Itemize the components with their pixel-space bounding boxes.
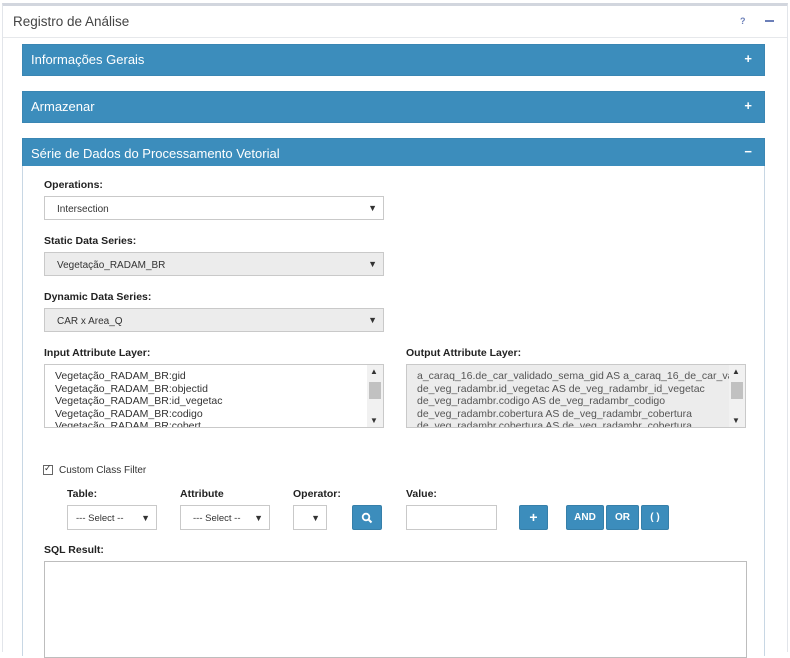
table-select[interactable]: --- Select -- ▼	[67, 505, 157, 530]
expand-icon[interactable]: +	[744, 51, 752, 66]
output-attribute-label: Output Attribute Layer:	[406, 347, 522, 359]
panel-general-info[interactable]: Informações Gerais +	[22, 44, 765, 76]
scrollbar[interactable]: ▲ ▼	[367, 365, 383, 427]
panel-title: Série de Dados do Processamento Vetorial	[31, 146, 280, 161]
scroll-up-icon[interactable]: ▲	[370, 367, 378, 376]
add-filter-button[interactable]: +	[519, 505, 548, 530]
chevron-down-icon: ▼	[311, 513, 320, 523]
table-label: Table:	[67, 488, 98, 500]
collapse-icon[interactable]: −	[744, 144, 752, 159]
search-button[interactable]	[352, 505, 382, 530]
sql-result-label: SQL Result:	[44, 544, 104, 556]
panel-vector-processing[interactable]: Série de Dados do Processamento Vetorial…	[22, 138, 765, 168]
scrollbar[interactable]: ▲ ▼	[729, 365, 745, 427]
chevron-down-icon: ▼	[141, 513, 150, 523]
custom-filter-label: Custom Class Filter	[59, 465, 147, 476]
operator-select[interactable]: ▼	[293, 505, 327, 530]
input-attribute-label: Input Attribute Layer:	[44, 347, 151, 359]
attribute-value: --- Select --	[193, 513, 241, 524]
list-item[interactable]: de_veg_radambr.cobertura AS de_veg_radam…	[407, 408, 729, 421]
list-item[interactable]: Vegetação_RADAM_BR:cobert	[45, 420, 365, 427]
custom-filter-checkbox[interactable]	[43, 463, 53, 475]
scroll-down-icon[interactable]: ▼	[370, 416, 378, 425]
static-series-select[interactable]: Vegetação_RADAM_BR ▼	[44, 252, 384, 276]
scroll-thumb[interactable]	[731, 382, 743, 399]
and-button[interactable]: AND	[566, 505, 604, 530]
box-header: Registro de Análise ?	[3, 6, 787, 38]
value-input[interactable]	[406, 505, 497, 530]
static-series-value: Vegetação_RADAM_BR	[57, 260, 166, 271]
operations-select[interactable]: Intersection ▼	[44, 196, 384, 220]
dynamic-series-label: Dynamic Data Series:	[44, 291, 152, 303]
scroll-thumb[interactable]	[369, 382, 381, 399]
list-item[interactable]: a_caraq_16.de_car_validado_sema_gid AS a…	[407, 370, 729, 383]
minimize-icon[interactable]	[765, 20, 774, 22]
output-attribute-list[interactable]: a_caraq_16.de_car_validado_sema_gid AS a…	[406, 364, 746, 428]
list-item[interactable]: de_veg_radambr.id_vegetac AS de_veg_rada…	[407, 383, 729, 396]
chevron-down-icon: ▼	[368, 315, 377, 325]
chevron-down-icon: ▼	[368, 259, 377, 269]
operator-label: Operator:	[293, 488, 341, 500]
operations-value: Intersection	[57, 204, 109, 215]
dynamic-series-value: CAR x Area_Q	[57, 316, 123, 327]
parenthesis-button[interactable]: ( )	[641, 505, 669, 530]
value-label: Value:	[406, 488, 437, 500]
attribute-select[interactable]: --- Select -- ▼	[180, 505, 270, 530]
dynamic-series-select[interactable]: CAR x Area_Q ▼	[44, 308, 384, 332]
page-title: Registro de Análise	[13, 14, 130, 29]
chevron-down-icon: ▼	[368, 203, 377, 213]
list-item[interactable]: de_veg_radambr.cobertura AS de_veg_radam…	[407, 420, 729, 427]
list-item[interactable]: de_veg_radambr.codigo AS de_veg_radambr_…	[407, 395, 729, 408]
list-item[interactable]: Vegetação_RADAM_BR:objectid	[45, 383, 365, 396]
panel-store[interactable]: Armazenar +	[22, 91, 765, 123]
attribute-label: Attribute	[180, 488, 224, 500]
static-series-label: Static Data Series:	[44, 235, 137, 247]
list-item[interactable]: Vegetação_RADAM_BR:codigo	[45, 408, 365, 421]
list-item[interactable]: Vegetação_RADAM_BR:gid	[45, 370, 365, 383]
search-icon	[361, 512, 373, 524]
panel-title: Armazenar	[31, 99, 95, 114]
chevron-down-icon: ▼	[254, 513, 263, 523]
panel-title: Informações Gerais	[31, 52, 145, 67]
table-value: --- Select --	[76, 513, 124, 524]
expand-icon[interactable]: +	[744, 98, 752, 113]
list-item[interactable]: Vegetação_RADAM_BR:id_vegetac	[45, 395, 365, 408]
scroll-down-icon[interactable]: ▼	[732, 416, 740, 425]
help-icon[interactable]: ?	[740, 16, 746, 26]
sql-result-textarea[interactable]	[44, 561, 747, 658]
input-attribute-list[interactable]: Vegetação_RADAM_BR:gid Vegetação_RADAM_B…	[44, 364, 384, 428]
or-button[interactable]: OR	[606, 505, 639, 530]
operations-label: Operations:	[44, 179, 103, 191]
scroll-up-icon[interactable]: ▲	[732, 367, 740, 376]
plus-icon: +	[529, 509, 538, 525]
